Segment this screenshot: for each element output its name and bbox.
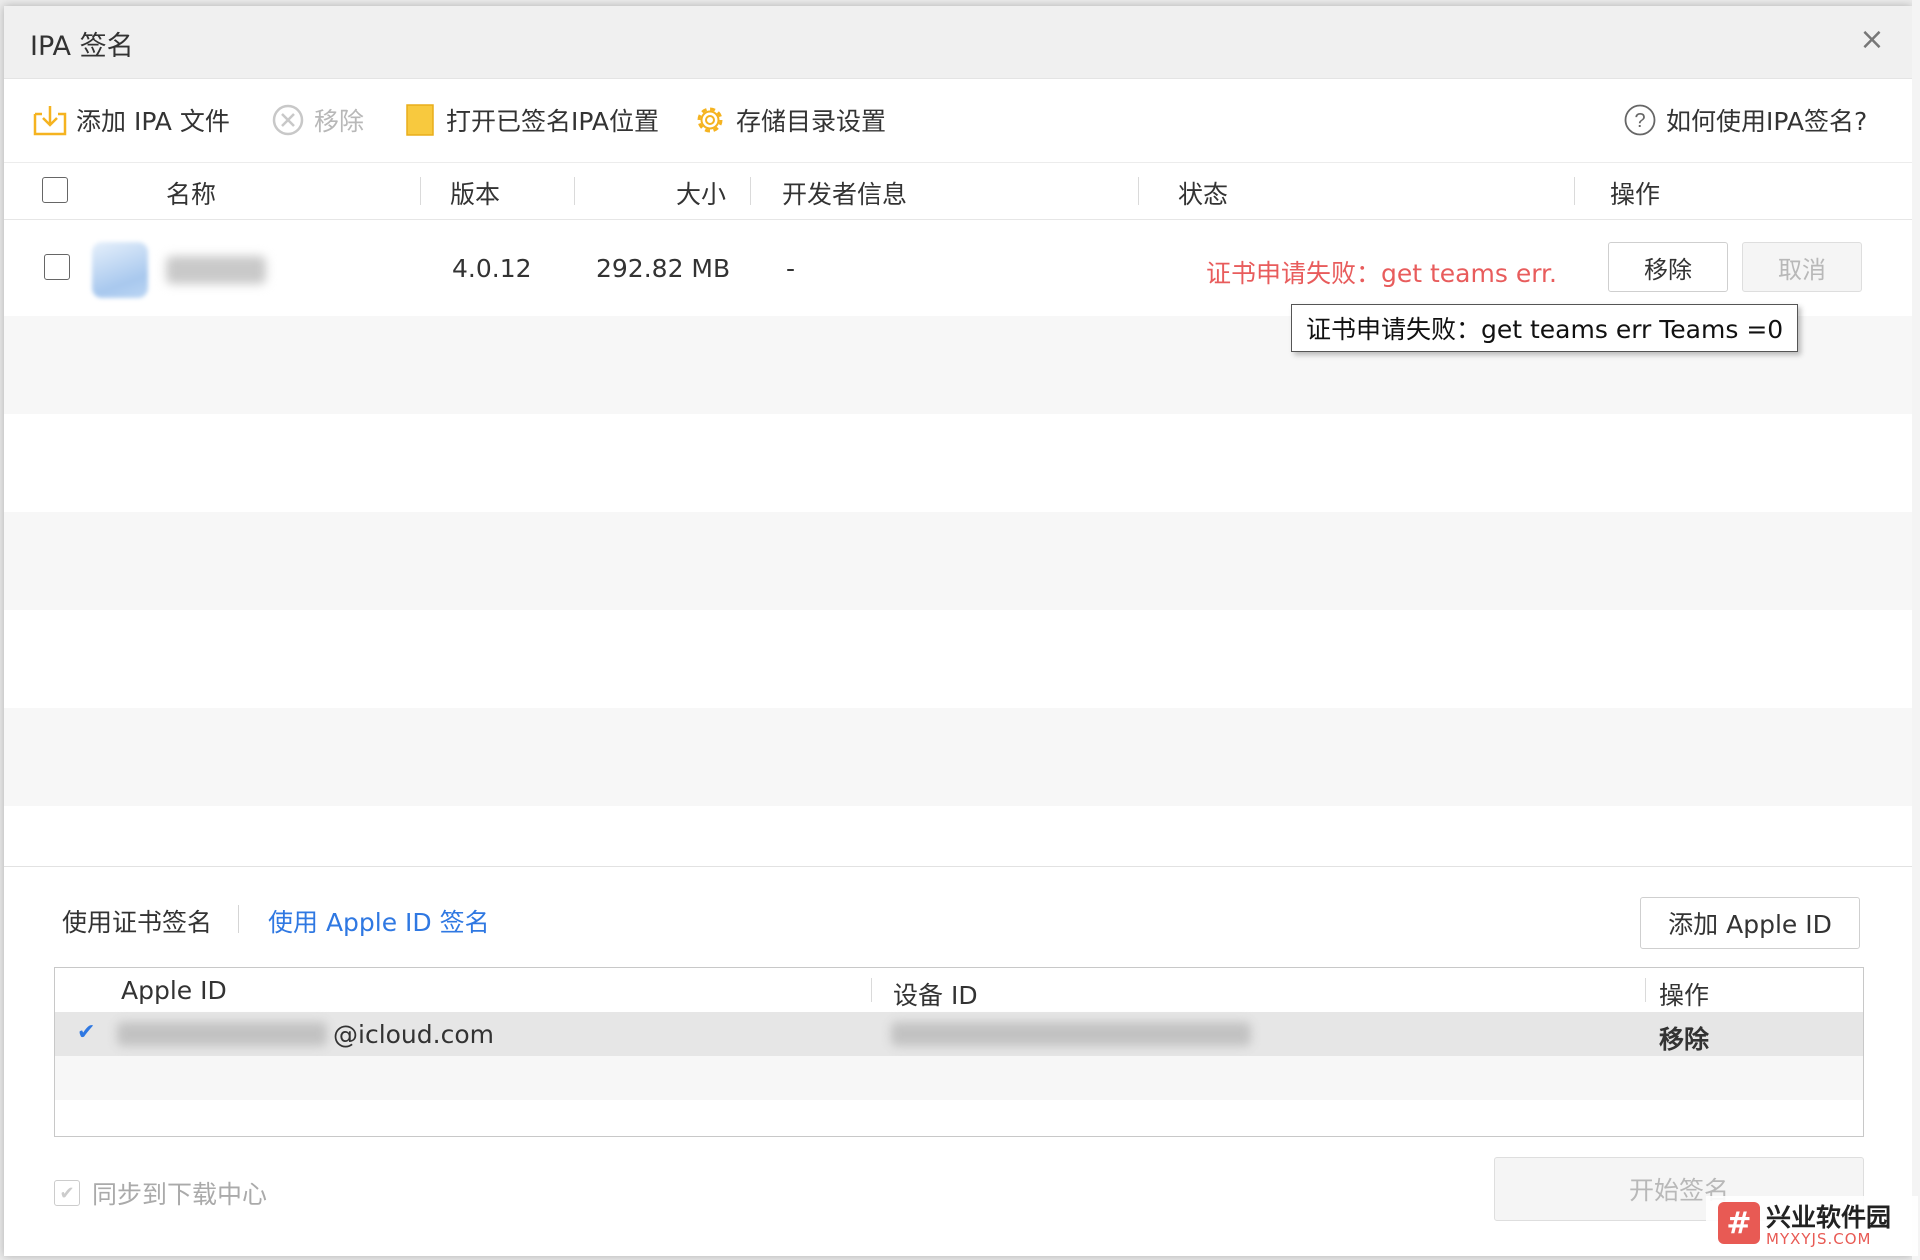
device-id-redacted: [891, 1022, 1251, 1046]
tab-certificate-sign[interactable]: 使用证书签名: [62, 903, 212, 939]
file-remove-button[interactable]: 移除: [1608, 242, 1728, 292]
title-bar: IPA 签名 ×: [4, 6, 1912, 79]
app-icon: [92, 242, 148, 298]
file-cancel-button[interactable]: 取消: [1742, 242, 1862, 292]
empty-row: [4, 610, 1912, 708]
add-apple-id-button[interactable]: 添加 Apple ID: [1640, 897, 1860, 949]
select-all-checkbox[interactable]: [42, 177, 68, 203]
watermark-url: MYXYJS.COM: [1766, 1230, 1872, 1248]
folder-download-icon: [32, 102, 68, 138]
close-button[interactable]: ×: [1854, 22, 1890, 58]
open-signed-location-button[interactable]: 打开已签名IPA位置: [402, 100, 659, 140]
sync-download-center[interactable]: ✔ 同步到下载中心: [54, 1175, 267, 1211]
add-ipa-file-button[interactable]: 添加 IPA 文件: [32, 100, 230, 140]
column-status: 状态: [1178, 180, 1229, 209]
question-circle-icon: ?: [1622, 102, 1658, 138]
remove-toolbar-label: 移除: [314, 107, 365, 136]
empty-row: [4, 512, 1912, 610]
column-size: 大小: [676, 180, 727, 209]
empty-row: [4, 414, 1912, 512]
file-developer: -: [786, 254, 796, 283]
app-name-redacted: [166, 256, 266, 284]
remove-toolbar-button[interactable]: 移除: [270, 100, 364, 140]
check-icon: ✔: [77, 1020, 96, 1045]
empty-row: [4, 708, 1912, 806]
storage-settings-button[interactable]: 存储目录设置: [692, 100, 886, 140]
toolbar: 添加 IPA 文件 移除 打开已签名IPA位置 存储目录设置 ? 如何使用IPA…: [4, 78, 1912, 162]
open-signed-label: 打开已签名IPA位置: [446, 107, 659, 136]
column-version: 版本: [450, 180, 501, 209]
apple-id-suffix: @icloud.com: [333, 1020, 494, 1049]
column-divider: [1574, 177, 1575, 205]
tab-divider: [238, 905, 239, 933]
file-row-checkbox[interactable]: [44, 254, 70, 280]
folder-icon: [402, 102, 438, 138]
watermark: # 兴业软件园 MYXYJS.COM: [1706, 1196, 1918, 1256]
column-device-id: 设备 ID: [893, 981, 978, 1010]
empty-row: [55, 1056, 1863, 1100]
signing-panel: 使用证书签名 使用 Apple ID 签名 添加 Apple ID Apple …: [4, 866, 1912, 1256]
svg-text:?: ?: [1634, 110, 1645, 132]
gear-icon: [692, 102, 728, 138]
remove-circle-icon: [270, 102, 306, 138]
watermark-logo-icon: #: [1718, 1202, 1760, 1244]
column-divider: [1645, 978, 1646, 1002]
column-developer: 开发者信息: [782, 180, 908, 209]
file-row[interactable]: 4.0.12 292.82 MB - 证书申请失败：get teams err.…: [4, 218, 1912, 316]
column-divider: [1138, 177, 1139, 205]
file-status[interactable]: 证书申请失败：get teams err....: [1206, 254, 1558, 290]
file-version: 4.0.12: [452, 254, 532, 283]
column-name: 名称: [166, 180, 217, 209]
column-divider: [871, 978, 872, 1002]
watermark-title: 兴业软件园: [1766, 1203, 1892, 1232]
status-tooltip: 证书申请失败：get teams err Teams =0: [1291, 304, 1799, 352]
file-table-header: 名称 版本 大小 开发者信息 状态 操作: [4, 162, 1912, 220]
apple-id-redacted: [117, 1022, 327, 1046]
column-divider: [750, 177, 751, 205]
apple-id-remove-link[interactable]: 移除: [1659, 1020, 1709, 1056]
column-apple-id: Apple ID: [121, 976, 227, 1005]
apple-id-row[interactable]: ✔ @icloud.com 移除: [55, 1012, 1863, 1056]
add-ipa-label: 添加 IPA 文件: [76, 107, 230, 136]
sync-label: 同步到下载中心: [92, 1180, 268, 1209]
column-id-action: 操作: [1659, 981, 1710, 1010]
column-divider: [574, 177, 575, 205]
column-divider: [420, 177, 421, 205]
apple-id-table: Apple ID 设备 ID 操作 ✔ @icloud.com 移除: [54, 967, 1864, 1137]
file-size: 292.82 MB: [596, 254, 731, 283]
help-label: 如何使用IPA签名?: [1666, 107, 1868, 136]
apple-id-table-header: Apple ID 设备 ID 操作: [55, 968, 1863, 1012]
ipa-sign-dialog: IPA 签名 × 添加 IPA 文件 移除 打开已签名IPA位置 存储目录设置 …: [4, 6, 1912, 1256]
tab-apple-id-sign[interactable]: 使用 Apple ID 签名: [268, 903, 490, 939]
sync-checkbox[interactable]: ✔: [54, 1180, 80, 1206]
window-edge: [1912, 0, 1920, 1260]
storage-settings-label: 存储目录设置: [736, 107, 887, 136]
help-link[interactable]: ? 如何使用IPA签名?: [1622, 100, 1867, 140]
dialog-title: IPA 签名: [30, 31, 134, 62]
column-action: 操作: [1610, 180, 1661, 209]
